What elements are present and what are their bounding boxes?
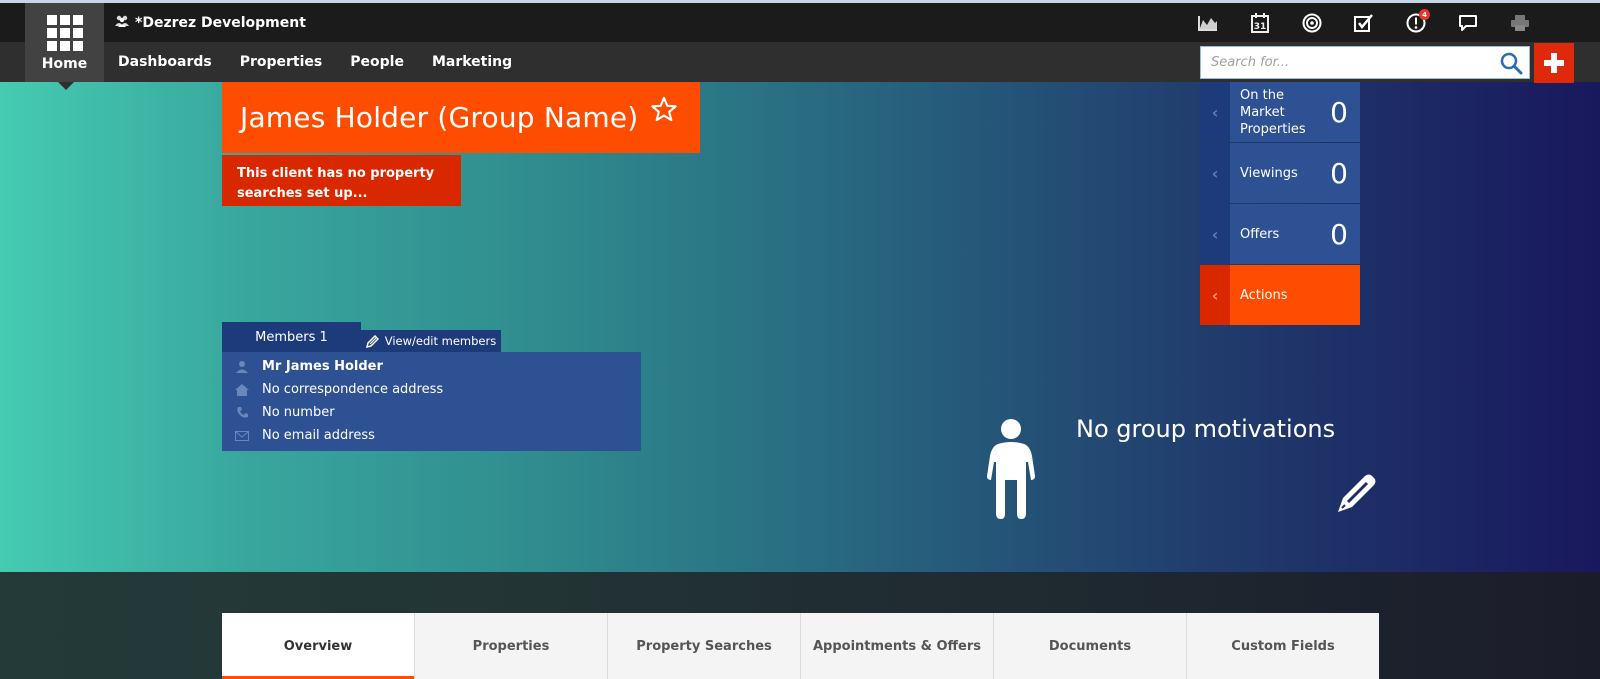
- chevron-left-icon: ‹: [1200, 143, 1230, 203]
- side-item-count: 0: [1330, 156, 1348, 190]
- edit-motivations-pencil-icon[interactable]: [1336, 472, 1378, 518]
- members-panel: Mr James Holder No correspondence addres…: [222, 352, 641, 451]
- nav-item-properties[interactable]: Properties: [226, 54, 337, 70]
- motivations-text: No group motivations: [1076, 415, 1336, 443]
- side-item-actions[interactable]: ‹ Actions: [1200, 265, 1360, 325]
- brand: *Dezrez Development: [114, 3, 306, 42]
- tab-documents[interactable]: Documents: [994, 613, 1187, 679]
- add-button[interactable]: [1534, 43, 1574, 83]
- alert-badge: 4: [1419, 9, 1430, 20]
- side-item-viewings[interactable]: ‹ Viewings 0: [1200, 143, 1360, 203]
- phone-icon: [222, 406, 262, 419]
- side-item-count: 0: [1330, 95, 1348, 129]
- nav-item-marketing[interactable]: Marketing: [418, 54, 526, 70]
- member-email-row: No email address: [222, 424, 641, 447]
- active-nav-caret: [58, 82, 74, 90]
- target-icon[interactable]: [1294, 3, 1330, 42]
- plus-icon: [1544, 53, 1564, 73]
- member-name-row: Mr James Holder: [222, 355, 641, 378]
- group-icon: [114, 15, 130, 31]
- side-item-on-market[interactable]: ‹ On the Market Properties 0: [1200, 82, 1360, 142]
- side-item-count: 0: [1330, 217, 1348, 251]
- envelope-icon: [222, 430, 262, 441]
- alert-icon[interactable]: 4: [1398, 3, 1434, 42]
- chevron-left-icon: ‹: [1200, 265, 1230, 325]
- tab-bar: Overview Properties Property Searches Ap…: [222, 613, 1379, 679]
- toolbar-icons: 31 4: [1190, 3, 1554, 42]
- home-icon: [222, 383, 262, 396]
- search-box: [1200, 46, 1530, 79]
- tab-custom-fields[interactable]: Custom Fields: [1187, 613, 1379, 679]
- member-name[interactable]: Mr James Holder: [262, 359, 383, 374]
- member-phone-row: No number: [222, 401, 641, 424]
- printer-icon[interactable]: [1502, 3, 1538, 42]
- person-icon: [222, 360, 262, 373]
- tab-properties[interactable]: Properties: [415, 613, 608, 679]
- search-icon: [1500, 52, 1523, 74]
- person-figure-icon: [986, 418, 1036, 524]
- side-item-label: Actions: [1240, 287, 1288, 303]
- member-email: No email address: [262, 428, 375, 443]
- tab-property-searches[interactable]: Property Searches: [608, 613, 801, 679]
- member-address-row: No correspondence address: [222, 378, 641, 401]
- chevron-left-icon: ‹: [1200, 204, 1230, 264]
- calendar-icon[interactable]: 31: [1242, 3, 1278, 42]
- chart-icon[interactable]: [1190, 3, 1226, 42]
- main-nav: Dashboards Properties People Marketing: [104, 42, 526, 82]
- chat-icon[interactable]: [1450, 3, 1486, 42]
- svg-text:31: 31: [1254, 22, 1267, 32]
- favourite-star-icon[interactable]: [650, 96, 678, 127]
- pencil-icon: [365, 334, 379, 348]
- members-tab[interactable]: Members 1: [222, 322, 361, 352]
- brand-name: *Dezrez Development: [135, 14, 306, 31]
- page-title: James Holder (Group Name): [240, 101, 639, 134]
- nav-item-dashboards[interactable]: Dashboards: [104, 54, 226, 70]
- view-edit-members-label: View/edit members: [384, 334, 497, 348]
- checkbox-icon[interactable]: [1346, 3, 1382, 42]
- home-button[interactable]: Home: [25, 3, 104, 82]
- side-item-label: On the Market Properties: [1240, 87, 1306, 137]
- member-phone: No number: [262, 405, 335, 420]
- view-edit-members-button[interactable]: View/edit members: [361, 330, 501, 352]
- side-item-label: Offers: [1240, 226, 1280, 242]
- tab-overview[interactable]: Overview: [222, 613, 415, 679]
- search-button[interactable]: [1493, 47, 1529, 78]
- home-label: Home: [41, 56, 88, 72]
- no-searches-alert[interactable]: This client has no property searches set…: [222, 155, 461, 206]
- chevron-left-icon: ‹: [1200, 82, 1230, 142]
- side-panel: ‹ On the Market Properties 0 ‹ Viewings …: [1200, 82, 1360, 326]
- search-input[interactable]: [1201, 47, 1493, 78]
- side-item-offers[interactable]: ‹ Offers 0: [1200, 204, 1360, 264]
- group-title-block: James Holder (Group Name): [222, 82, 700, 153]
- nav-item-people[interactable]: People: [336, 54, 418, 70]
- app-grid-icon: [46, 15, 83, 51]
- member-address: No correspondence address: [262, 382, 444, 397]
- tab-appointments-offers[interactable]: Appointments & Offers: [801, 613, 994, 679]
- side-item-label: Viewings: [1240, 165, 1298, 181]
